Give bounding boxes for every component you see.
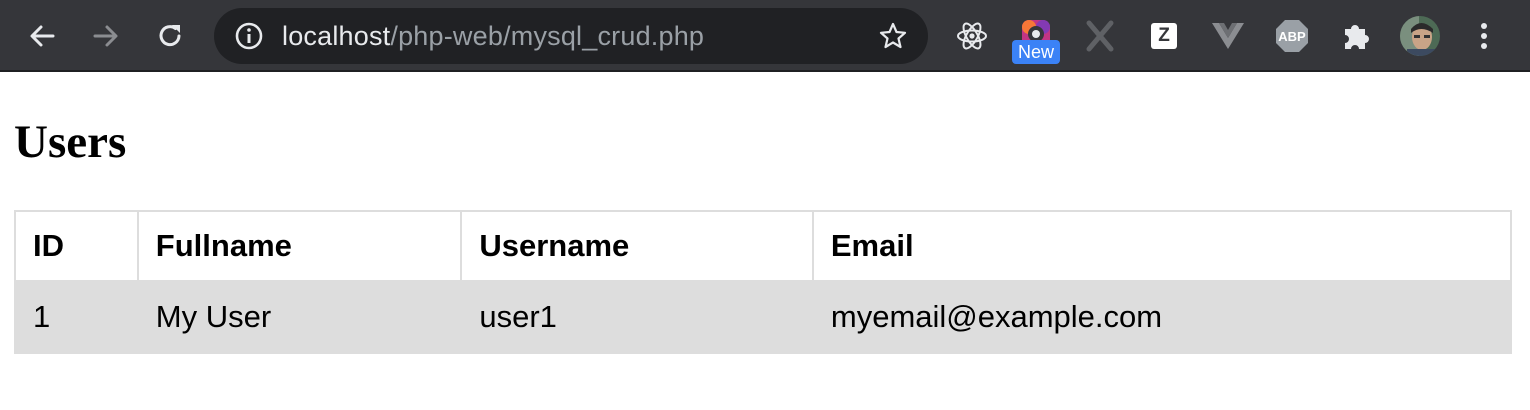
profile-avatar <box>1400 16 1440 56</box>
reload-button[interactable] <box>148 14 192 58</box>
new-badge: New <box>1012 40 1060 64</box>
extensions-button[interactable] <box>1334 14 1378 58</box>
site-info-icon[interactable] <box>234 21 264 51</box>
react-devtools-button[interactable] <box>950 14 994 58</box>
table-row: 1 My User user1 myemail@example.com <box>14 280 1513 354</box>
vue-devtools-button[interactable] <box>1206 14 1250 58</box>
url-host: localhost <box>282 21 391 51</box>
page-title: Users <box>14 116 127 168</box>
header-fullname: Fullname <box>136 210 463 282</box>
url-path: /php-web/mysql_crud.php <box>390 21 705 51</box>
url-text[interactable]: localhost/php-web/mysql_crud.php <box>282 8 704 64</box>
adblock-plus-icon: ABP <box>1276 20 1308 52</box>
back-button[interactable] <box>20 14 64 58</box>
adblock-plus-button[interactable]: ABP <box>1270 14 1314 58</box>
extensions-puzzle-icon <box>1345 25 1369 49</box>
reload-icon <box>159 25 181 47</box>
z-extension-button[interactable]: Z <box>1142 14 1186 58</box>
browser-menu-button[interactable] <box>1462 14 1506 58</box>
react-devtools-icon <box>957 22 987 50</box>
header-username: Username <box>460 210 814 282</box>
cell-fullname: My User <box>136 280 463 354</box>
table-header-row: ID Fullname Username Email <box>14 210 1513 282</box>
cell-id: 1 <box>14 280 139 354</box>
x-extension-icon <box>1086 20 1114 52</box>
header-email: Email <box>811 210 1513 282</box>
bookmark-star-icon[interactable] <box>878 21 908 51</box>
z-extension-icon: Z <box>1151 23 1177 49</box>
cell-username: user1 <box>460 280 814 354</box>
z-extension-label: Z <box>1158 25 1170 46</box>
users-table: ID Fullname Username Email 1 My User use… <box>14 210 1513 354</box>
profile-button[interactable] <box>1398 14 1442 58</box>
menu-kebab-icon <box>1481 23 1487 49</box>
browser-toolbar: localhost/php-web/mysql_crud.php New Z A… <box>0 0 1530 72</box>
vue-devtools-icon <box>1212 23 1244 49</box>
header-id: ID <box>14 210 139 282</box>
forward-arrow-icon <box>93 25 118 47</box>
forward-button[interactable] <box>84 14 128 58</box>
adblock-plus-label: ABP <box>1278 29 1306 44</box>
cell-email: myemail@example.com <box>811 280 1513 354</box>
x-extension-button[interactable] <box>1078 14 1122 58</box>
back-arrow-icon <box>30 25 55 47</box>
address-bar[interactable]: localhost/php-web/mysql_crud.php <box>214 8 928 64</box>
